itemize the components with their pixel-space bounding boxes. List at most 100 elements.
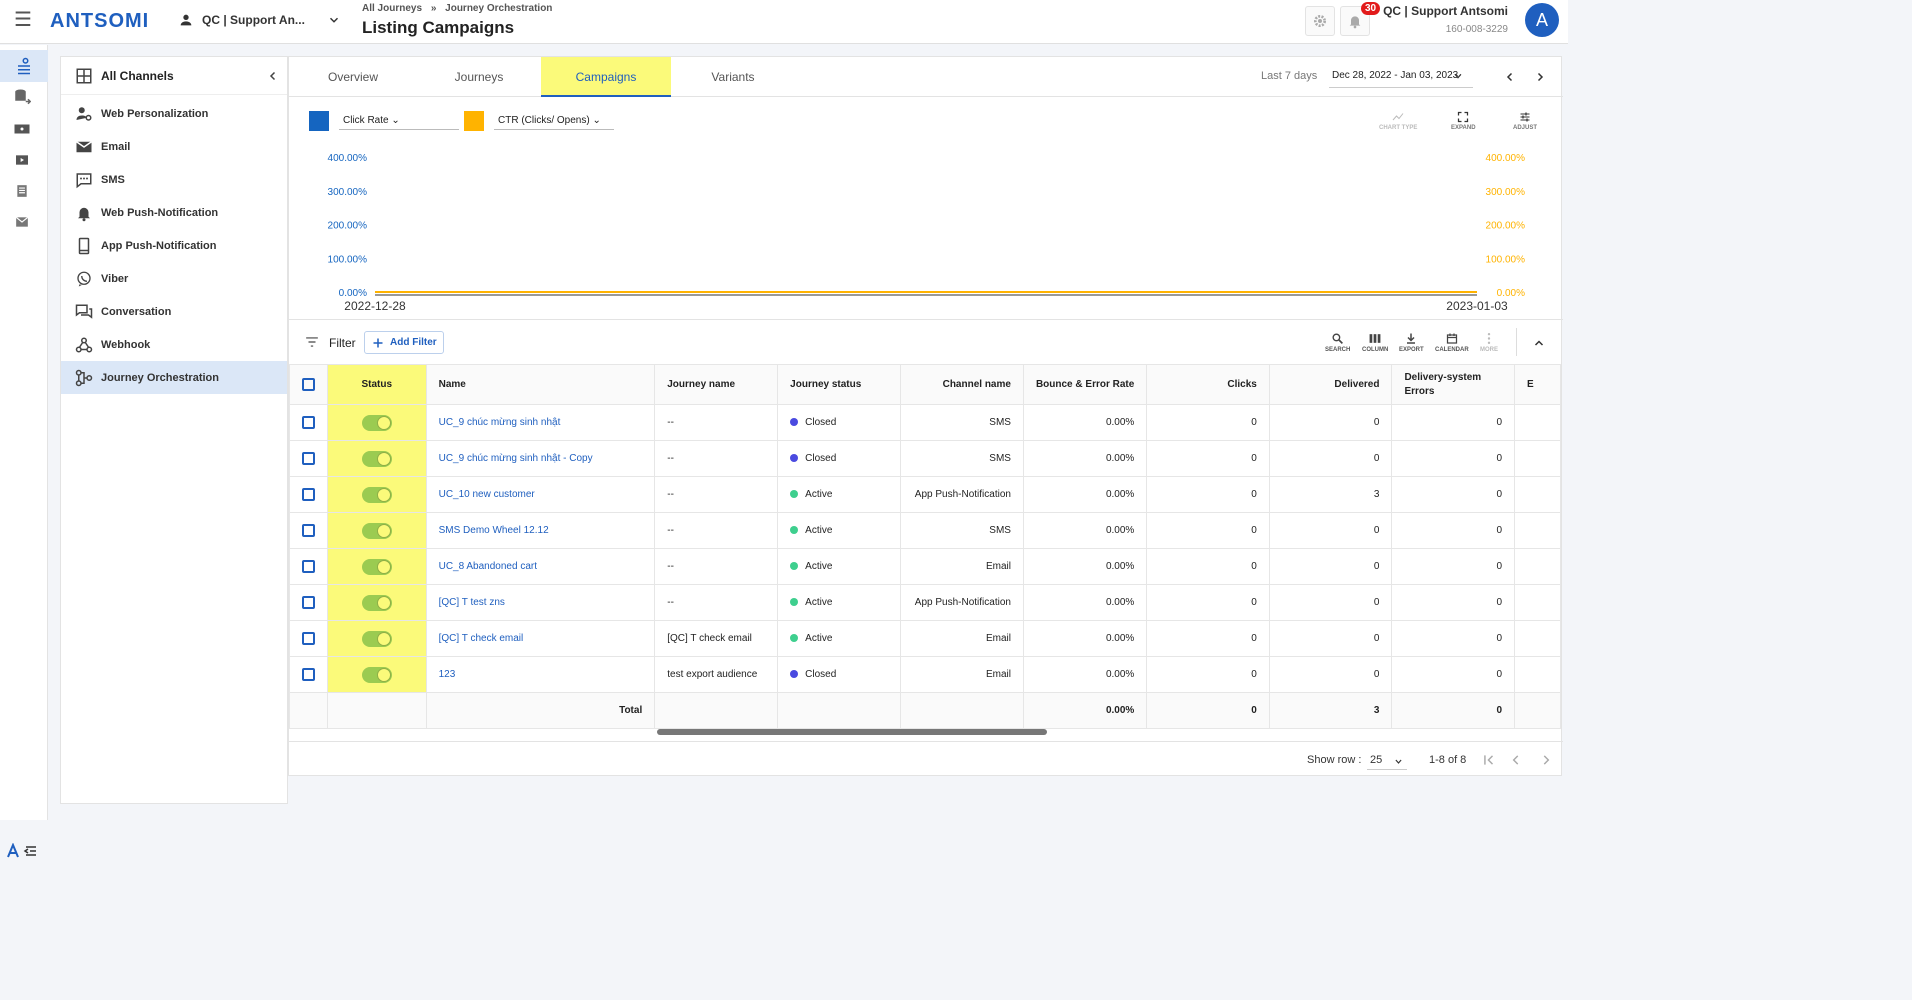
col-journey-status[interactable]: Journey status	[777, 364, 901, 405]
channel-item-sms[interactable]: SMS	[61, 163, 287, 196]
brand-logo[interactable]: ANTSOMI	[50, 10, 149, 33]
menu-icon[interactable]: ☰	[14, 10, 34, 31]
table-row[interactable]: 123 test export audience Closed Email 0.00% 0…	[289, 656, 1561, 693]
channel-item-app-push[interactable]: App Push-Notification	[61, 229, 287, 262]
export-button[interactable]: EXPORT	[1399, 332, 1424, 353]
rail-media-icon[interactable]	[12, 150, 32, 170]
expand-button[interactable]: EXPAND	[1451, 111, 1476, 131]
add-filter-button[interactable]: Add Filter	[364, 331, 444, 354]
status-toggle-cell[interactable]	[326, 404, 427, 441]
table-row[interactable]: [QC] T test zns -- Active App Push-Notifica…	[289, 584, 1561, 621]
rail-journey-icon[interactable]	[0, 50, 48, 82]
campaign-name-link[interactable]: [QC] T test zns	[439, 597, 505, 608]
chevron-up-icon[interactable]	[1533, 337, 1545, 349]
campaign-name-link[interactable]: UC_8 Abandoned cart	[439, 561, 537, 572]
status-toggle[interactable]	[361, 522, 392, 539]
table-row[interactable]: UC_9 chúc mừng sinh nhật -- Closed SMS 0.00%…	[289, 404, 1561, 441]
row-checkbox[interactable]	[289, 656, 328, 693]
select-all-checkbox[interactable]	[289, 364, 328, 405]
settings-button[interactable]	[1305, 6, 1335, 36]
campaign-name-link[interactable]: 123	[439, 669, 456, 680]
rail-ticket-icon[interactable]	[12, 119, 32, 139]
prev-period-icon[interactable]	[1504, 71, 1516, 83]
campaign-name-link[interactable]: UC_9 chúc mừng sinh nhật	[439, 417, 561, 428]
table-row[interactable]: UC_9 chúc mừng sinh nhật - Copy -- Closed S…	[289, 440, 1561, 477]
tab-variants[interactable]: Variants	[693, 57, 773, 97]
channel-item-conversation[interactable]: Conversation	[61, 295, 287, 328]
date-range-picker[interactable]: Dec 28, 2022 - Jan 03, 2023	[1329, 64, 1473, 88]
column-button[interactable]: COLUMN	[1362, 332, 1388, 353]
status-toggle-cell[interactable]	[326, 656, 427, 693]
status-toggle-cell[interactable]	[326, 620, 427, 657]
col-name[interactable]: Name	[425, 364, 656, 405]
status-toggle[interactable]	[361, 414, 392, 431]
table-row[interactable]: UC_10 new customer -- Active App Push-Notif…	[289, 476, 1561, 513]
metric-selector-2[interactable]: CTR (Clicks/ Opens) ⌄	[464, 111, 614, 131]
metric-selector-1[interactable]: Click Rate ⌄	[309, 111, 459, 131]
status-toggle-cell[interactable]	[326, 512, 427, 549]
adjust-button[interactable]: ADJUST	[1513, 111, 1537, 131]
portal-selector[interactable]: QC | Support An...	[178, 12, 341, 28]
campaign-name-link[interactable]: UC_10 new customer	[439, 489, 535, 500]
calendar-button[interactable]: CALENDAR	[1435, 332, 1469, 353]
all-channels-header[interactable]: All Channels	[61, 57, 287, 95]
avatar[interactable]: A	[1525, 3, 1559, 37]
row-checkbox[interactable]	[289, 512, 328, 549]
chart-type-button[interactable]: CHART TYPE	[1379, 111, 1417, 131]
collapse-rail-icon[interactable]	[6, 842, 42, 862]
tab-journeys[interactable]: Journeys	[439, 57, 519, 97]
col-truncated[interactable]: E	[1514, 364, 1561, 405]
filter-label[interactable]: Filter	[329, 336, 356, 350]
col-journey-name[interactable]: Journey name	[654, 364, 779, 405]
status-toggle-cell[interactable]	[326, 548, 427, 585]
metric-select[interactable]: CTR (Clicks/ Opens) ⌄	[494, 112, 614, 130]
row-checkbox[interactable]	[289, 404, 328, 441]
status-toggle-cell[interactable]	[326, 440, 427, 477]
filter-icon[interactable]	[304, 335, 320, 349]
campaign-name-link[interactable]: UC_9 chúc mừng sinh nhật - Copy	[439, 453, 593, 464]
channel-item-web-personalization[interactable]: Web Personalization	[61, 97, 287, 130]
row-checkbox[interactable]	[289, 548, 328, 585]
rows-per-page-select[interactable]: 25	[1367, 748, 1407, 770]
campaign-name-link[interactable]: [QC] T check email	[439, 633, 524, 644]
row-checkbox[interactable]	[289, 620, 328, 657]
campaign-name-link[interactable]: SMS Demo Wheel 12.12	[439, 525, 549, 536]
search-button[interactable]: SEARCH	[1325, 332, 1350, 353]
breadcrumb-all-journeys[interactable]: All Journeys	[362, 3, 422, 14]
chevron-left-icon[interactable]	[267, 70, 279, 82]
table-row[interactable]: UC_8 Abandoned cart -- Active Email 0.00% 0 0 0	[289, 548, 1561, 585]
first-page-icon[interactable]	[1482, 753, 1496, 767]
breadcrumb-journey-orchestration[interactable]: Journey Orchestration	[445, 3, 552, 14]
horizontal-scrollbar[interactable]	[657, 729, 1047, 735]
col-bounce-error-rate[interactable]: Bounce & Error Rate	[1022, 364, 1148, 405]
next-page-icon[interactable]	[1539, 753, 1553, 767]
status-toggle[interactable]	[361, 594, 392, 611]
rail-mail-icon[interactable]	[12, 212, 32, 232]
col-delivered[interactable]: Delivered	[1268, 364, 1393, 405]
status-toggle-cell[interactable]	[326, 584, 427, 621]
next-period-icon[interactable]	[1534, 71, 1546, 83]
row-checkbox[interactable]	[289, 440, 328, 477]
status-toggle[interactable]	[361, 666, 392, 683]
metric-select[interactable]: Click Rate ⌄	[339, 112, 459, 130]
table-row[interactable]: SMS Demo Wheel 12.12 -- Active SMS 0.00% 0 0 0	[289, 512, 1561, 549]
row-checkbox[interactable]	[289, 584, 328, 621]
col-clicks[interactable]: Clicks	[1146, 364, 1270, 405]
tab-overview[interactable]: Overview	[313, 57, 393, 97]
status-toggle[interactable]	[361, 450, 392, 467]
status-toggle[interactable]	[361, 630, 392, 647]
col-status[interactable]: Status	[326, 364, 427, 405]
channel-item-web-push[interactable]: Web Push-Notification	[61, 196, 287, 229]
status-toggle[interactable]	[361, 558, 392, 575]
channel-item-journey-orchestration[interactable]: Journey Orchestration	[61, 361, 287, 394]
rail-database-icon[interactable]	[12, 87, 32, 107]
more-button[interactable]: MORE	[1480, 332, 1498, 353]
tab-campaigns[interactable]: Campaigns	[541, 57, 671, 97]
channel-item-email[interactable]: Email	[61, 130, 287, 163]
status-toggle[interactable]	[361, 486, 392, 503]
status-toggle-cell[interactable]	[326, 476, 427, 513]
prev-page-icon[interactable]	[1509, 753, 1523, 767]
col-delivery-system-errors[interactable]: Delivery-system Errors	[1391, 364, 1516, 405]
table-row[interactable]: [QC] T check email [QC] T check email Acti…	[289, 620, 1561, 657]
channel-item-webhook[interactable]: Webhook	[61, 328, 287, 361]
